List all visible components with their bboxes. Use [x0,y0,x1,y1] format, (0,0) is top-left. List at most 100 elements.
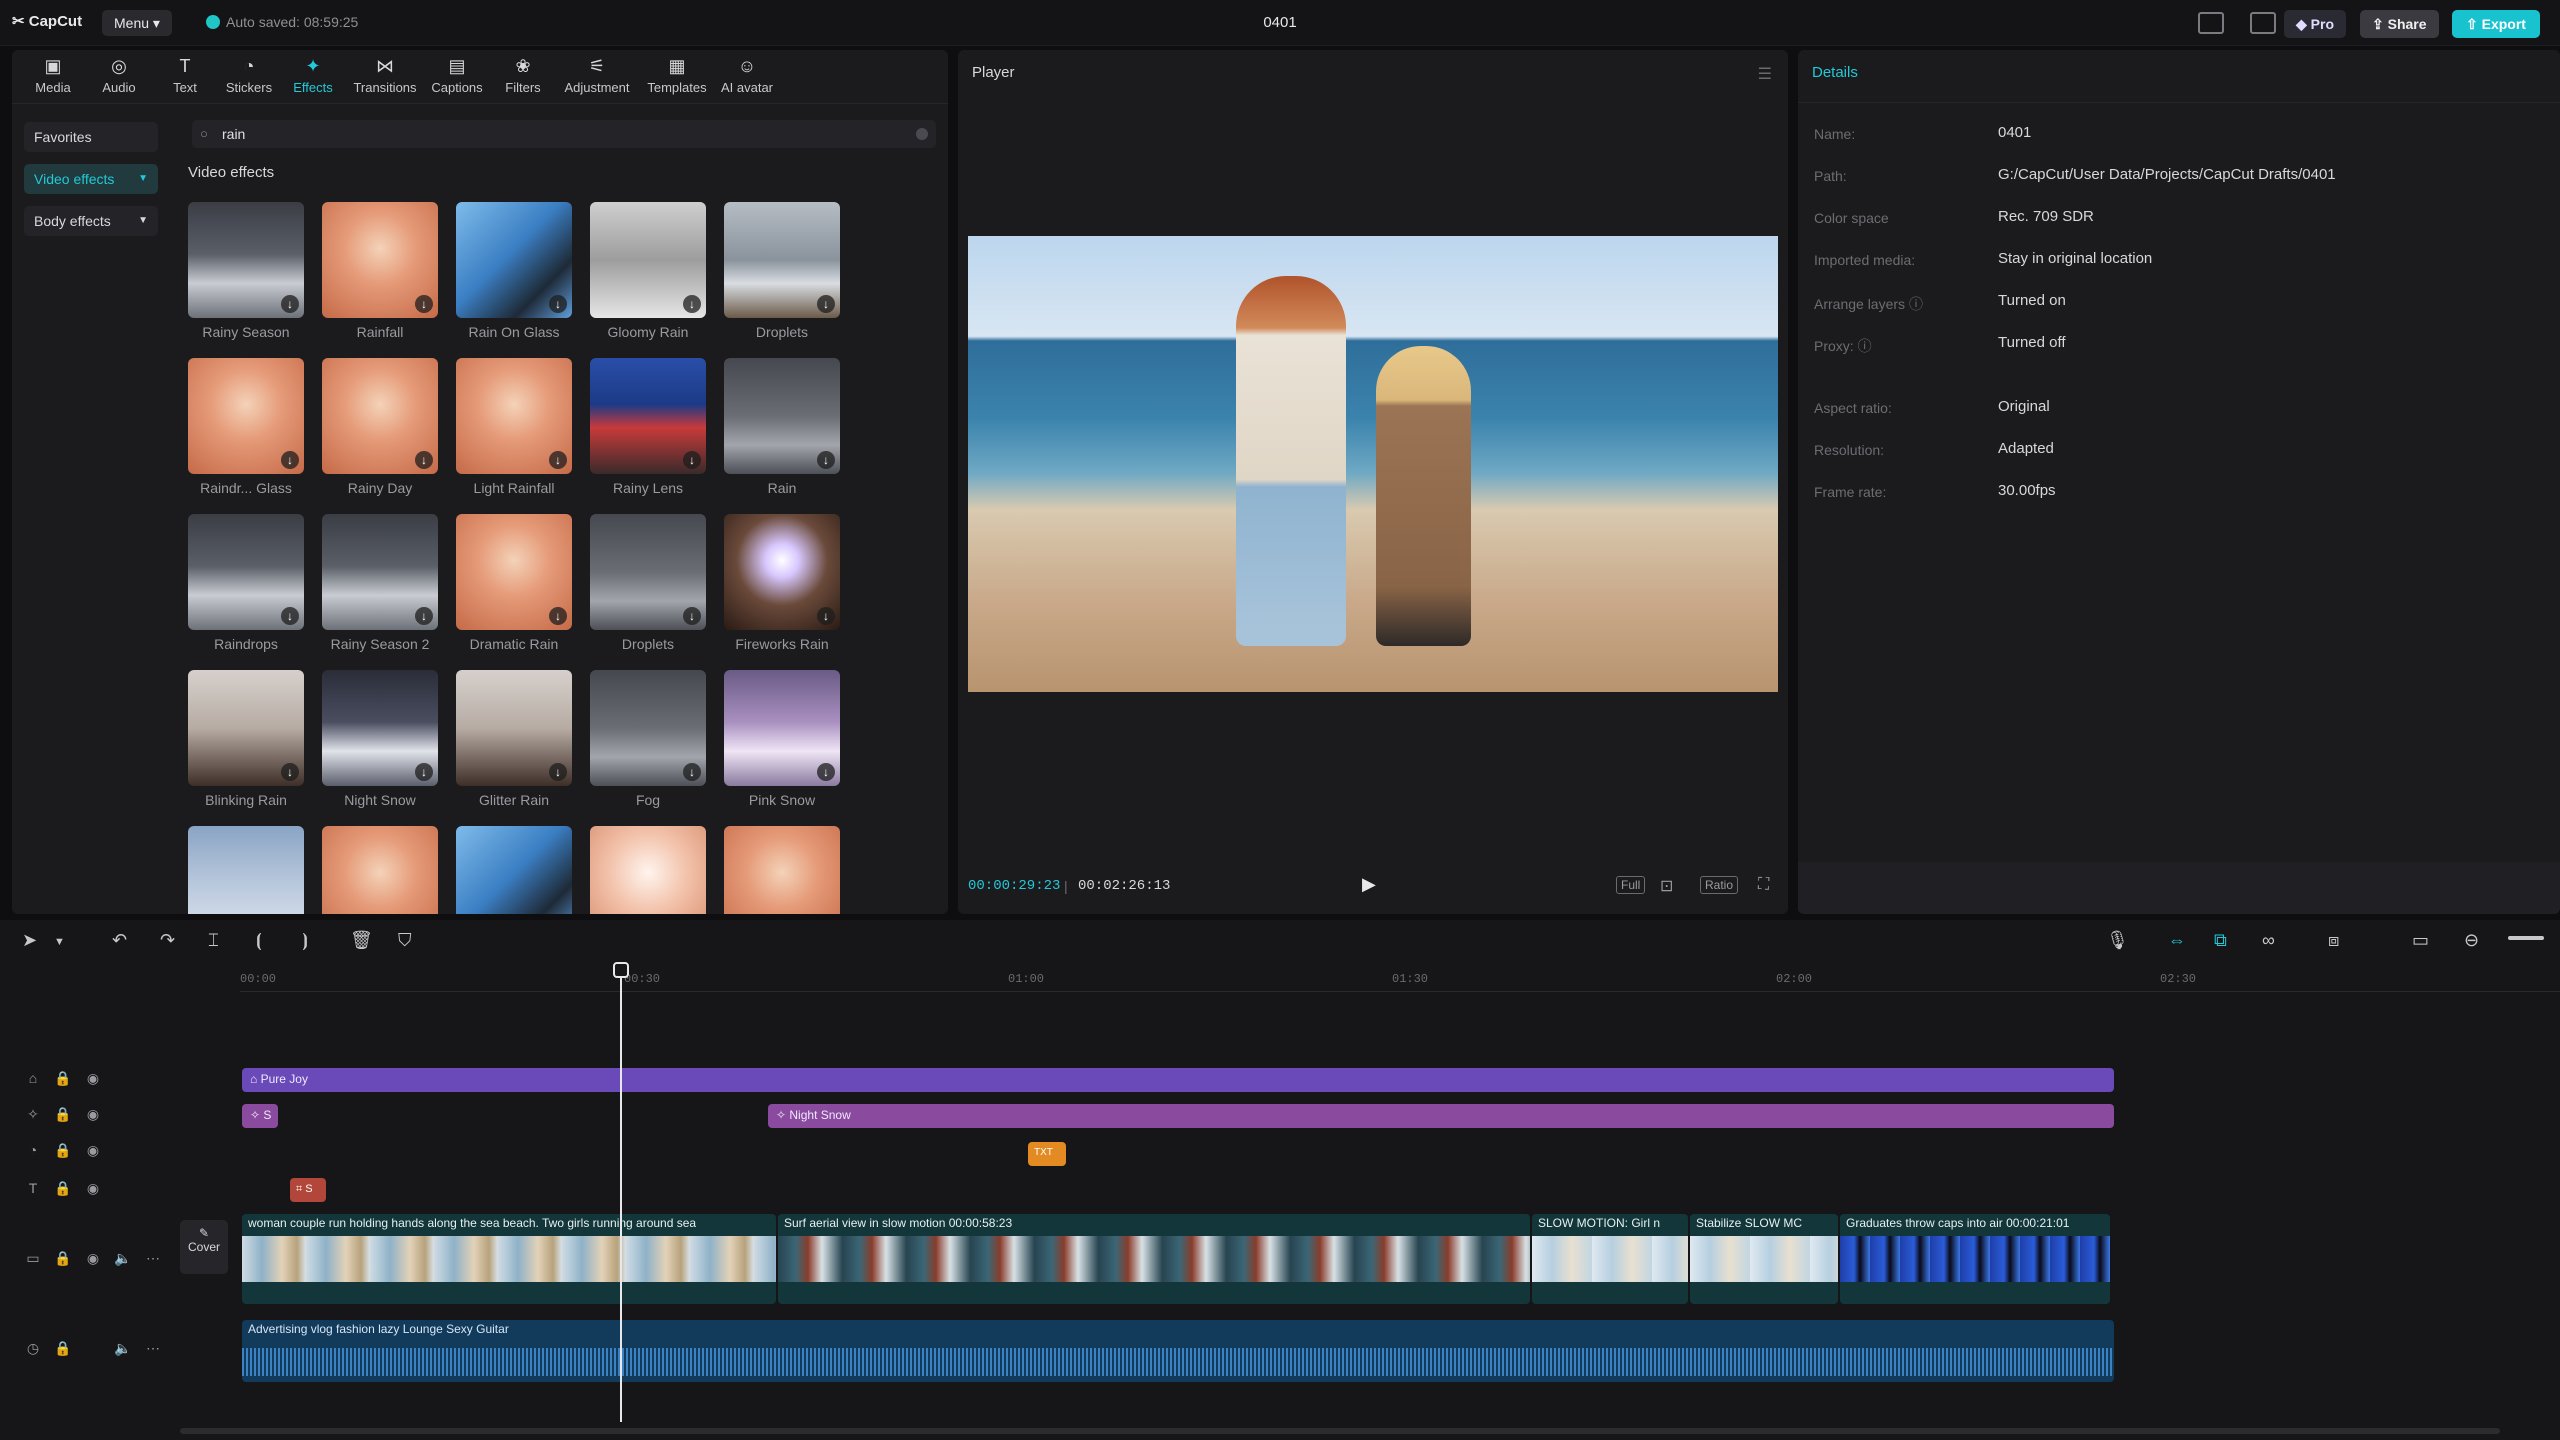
eye-icon[interactable]: ◉ [78,1070,108,1087]
shortcuts-icon[interactable] [2250,12,2276,34]
video-clip[interactable]: woman couple run holding hands along the… [242,1214,776,1304]
download-icon[interactable]: ↓ [817,607,835,625]
sidebar-item-body-effects[interactable]: Body effects ▼ [24,206,158,236]
download-icon[interactable]: ↓ [683,295,701,313]
eye-icon[interactable]: ◉ [78,1142,108,1159]
full-quality-button[interactable]: Full [1616,876,1646,894]
tab-filters[interactable]: ❀ Filters [488,56,558,95]
info-icon[interactable]: ⓘ [1909,296,1923,312]
eye-icon[interactable]: ◉ [78,1250,108,1267]
effect-item[interactable] [322,826,438,914]
download-icon[interactable]: ↓ [415,607,433,625]
video-clip[interactable]: SLOW MOTION: Girl n [1532,1214,1688,1304]
search-input[interactable] [222,124,902,144]
tab-adjustment[interactable]: ⚟ Adjustment [562,56,632,95]
screenshot-icon[interactable]: ⊡ [1660,876,1673,896]
download-icon[interactable]: ↓ [549,607,567,625]
lock-icon[interactable]: 🔒 [48,1070,78,1087]
video-clip[interactable]: Stabilize SLOW MC [1690,1214,1838,1304]
menu-button[interactable]: Menu ▾ [102,10,172,36]
more-icon[interactable]: ⋯ [138,1250,168,1267]
tab-stickers[interactable]: ◔ Stickers [214,56,284,95]
effect-item[interactable]: ↓ Droplets [590,514,706,652]
eye-icon[interactable]: ◉ [78,1180,108,1197]
microphone-icon[interactable]: 🎙 [2106,930,2129,951]
lock-icon[interactable]: 🔒 [48,1180,78,1197]
hamburger-menu-icon[interactable]: ☰ [1758,64,1772,84]
effect-item[interactable]: ↓ Rainy Day [322,358,438,496]
effect-item[interactable]: ↓ Night Snow [322,670,438,808]
video-clip[interactable]: Graduates throw caps into air 00:00:21:0… [1840,1214,2110,1304]
tab-templates[interactable]: ▦ Templates [642,56,712,95]
lock-icon[interactable]: 🔒 [48,1142,78,1159]
layout-icon[interactable] [2198,12,2224,34]
auto-snap-icon[interactable]: ⧉ [2214,930,2227,951]
effect-item[interactable]: ↓ Rainy Season 2 [322,514,438,652]
delete-icon[interactable]: 🗑 [350,930,373,951]
tab-effects[interactable]: ✦ Effects [278,56,348,95]
effect-item[interactable]: ↓ Raindrops [188,514,304,652]
pro-button[interactable]: ◆ Pro [2284,10,2346,38]
sticker-clip[interactable]: TXT [1028,1142,1066,1166]
horizontal-scrollbar[interactable] [180,1428,2500,1434]
effect-item[interactable]: ↓ Glitter Rain [456,670,572,808]
effect-item[interactable]: ↓ Droplets [724,202,840,340]
text-clip[interactable]: ⌗ S [290,1178,326,1202]
preview-axis-icon[interactable]: ⧈ [2328,930,2339,951]
effect-item[interactable] [724,826,840,914]
share-button[interactable]: ⇪ Share [2360,10,2439,38]
zoom-slider[interactable] [2508,936,2544,940]
effect-item[interactable]: ↓ Rainy Season [188,202,304,340]
speaker-icon[interactable]: 🔈 [108,1250,138,1267]
select-tool-icon[interactable]: ➤ [22,930,37,951]
zoom-out-icon[interactable]: ⊖ [2464,930,2479,951]
download-icon[interactable]: ↓ [683,763,701,781]
effect-clip[interactable]: ✧ S [242,1104,278,1128]
download-icon[interactable]: ↓ [549,451,567,469]
download-icon[interactable]: ↓ [281,451,299,469]
fullscreen-icon[interactable]: ⛶ [1758,876,1769,894]
effect-item[interactable] [456,826,572,914]
tab-text[interactable]: T Text [150,56,220,95]
split-left-icon[interactable]: ⦗ [256,930,262,951]
effect-clip[interactable]: ✧ Night Snow [768,1104,2114,1128]
speaker-icon[interactable]: 🔈 [108,1340,138,1357]
eye-icon[interactable]: ◉ [78,1106,108,1123]
download-icon[interactable]: ↓ [281,607,299,625]
effect-item[interactable] [590,826,706,914]
ratio-button[interactable]: Ratio [1700,876,1739,894]
more-icon[interactable]: ⋯ [138,1340,168,1357]
download-icon[interactable]: ↓ [817,295,835,313]
lock-icon[interactable]: 🔒 [48,1250,78,1267]
effect-item[interactable]: ↓ Pink Snow [724,670,840,808]
caption-icon[interactable]: ▭ [2412,930,2429,951]
cover-button[interactable]: ✎ Cover [180,1220,228,1274]
sidebar-item-favorites[interactable]: Favorites [24,122,158,152]
download-icon[interactable]: ↓ [683,451,701,469]
audio-clip[interactable]: Advertising vlog fashion lazy Lounge Sex… [242,1320,2114,1382]
clear-search-icon[interactable] [916,128,928,140]
download-icon[interactable]: ↓ [415,763,433,781]
playhead[interactable] [620,962,622,1422]
play-button[interactable]: ▶ [1362,874,1384,896]
effect-item[interactable]: ↓ Fireworks Rain [724,514,840,652]
effect-item[interactable]: ↓ Dramatic Rain [456,514,572,652]
effect-item[interactable]: ↓ Fog [590,670,706,808]
effect-item[interactable]: ↓ Rain On Glass [456,202,572,340]
shield-icon[interactable]: ⛉ [398,930,412,951]
redo-icon[interactable]: ↷ [160,930,175,951]
playhead-handle[interactable] [613,962,629,978]
effect-item[interactable]: ↓ Rain [724,358,840,496]
effect-item[interactable]: ↓ Light Rainfall [456,358,572,496]
download-icon[interactable]: ↓ [549,763,567,781]
download-icon[interactable]: ↓ [817,763,835,781]
time-ruler[interactable]: 00:00 00:30 01:00 01:30 02:00 02:30 [240,966,2560,992]
lock-icon[interactable]: 🔒 [48,1340,78,1357]
effect-clip[interactable]: ⌂ Pure Joy [242,1068,2114,1092]
download-icon[interactable]: ↓ [281,763,299,781]
chevron-down-icon[interactable]: ▼ [54,936,65,948]
download-icon[interactable]: ↓ [415,295,433,313]
undo-icon[interactable]: ↶ [112,930,127,951]
effect-item[interactable]: ↓ Raindr... Glass [188,358,304,496]
download-icon[interactable]: ↓ [683,607,701,625]
